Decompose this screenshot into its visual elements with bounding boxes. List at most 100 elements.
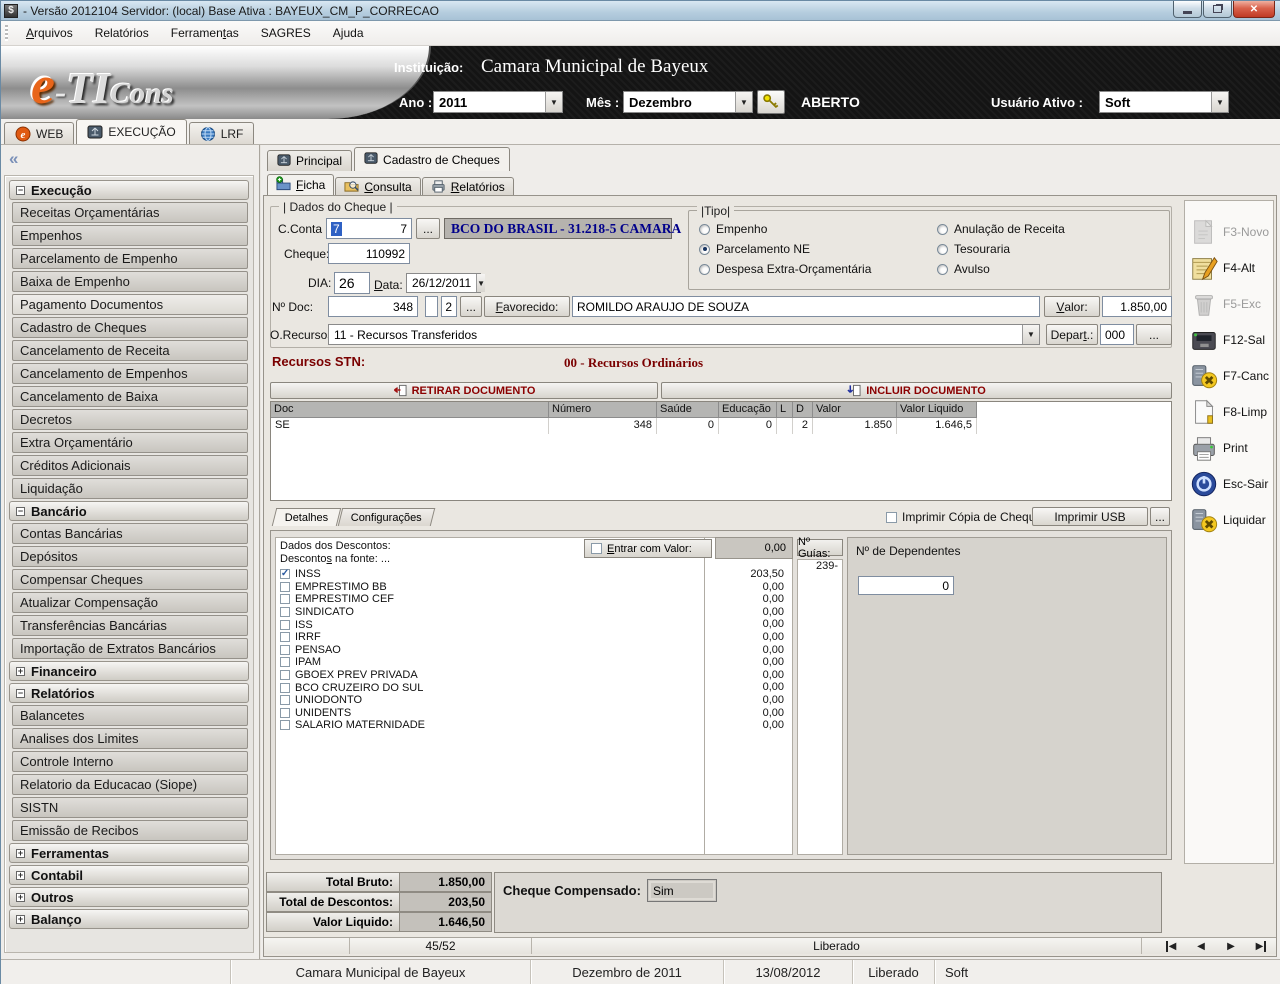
rb-prev-button[interactable]: ◀ xyxy=(1186,938,1216,954)
ndoc-parcela-input[interactable]: 2 xyxy=(441,296,457,317)
desconto-checkbox[interactable] xyxy=(280,657,290,667)
year-select[interactable]: 2011▼ xyxy=(433,91,563,113)
sidebar-item-extra-orcamentario[interactable]: Extra Orçamentário xyxy=(12,432,248,453)
view-tab-ficha[interactable]: Ficha xyxy=(267,174,334,196)
toolbar-esc-sair[interactable]: Esc-Sair xyxy=(1189,467,1271,501)
collapse-section-icon[interactable]: − xyxy=(16,507,25,516)
module-tab-lrf[interactable]: LRF xyxy=(189,122,255,144)
chevron-down-icon[interactable]: ▼ xyxy=(545,92,562,112)
collapse-section-icon[interactable]: − xyxy=(16,186,25,195)
tipo-option-despesa-extra-orcamentaria[interactable]: Despesa Extra-Orçamentária xyxy=(699,259,871,279)
tipo-option-anulacao-de-receita[interactable]: Anulação de Receita xyxy=(937,219,1065,239)
rb-first-button[interactable]: ◀ xyxy=(1156,938,1186,954)
sidebar-section-relatorios[interactable]: −Relatórios xyxy=(9,683,249,703)
tipo-option-empenho[interactable]: Empenho xyxy=(699,219,871,239)
desconto-checkbox[interactable] xyxy=(280,683,290,693)
unlock-month-button[interactable] xyxy=(757,90,785,114)
expand-section-icon[interactable]: + xyxy=(16,871,25,880)
expand-section-icon[interactable]: + xyxy=(16,915,25,924)
sidebar-item-relatorio-da-educacao-siope[interactable]: Relatorio da Educacao (Siope) xyxy=(12,774,248,795)
rb-next-button[interactable]: ▶ xyxy=(1216,938,1246,954)
sidebar-item-balancetes[interactable]: Balancetes xyxy=(12,705,248,726)
radio-icon[interactable] xyxy=(699,224,710,235)
imprimir-copia-checkbox[interactable] xyxy=(886,512,897,523)
orecursos-select[interactable]: 11 - Recursos Transferidos ▼ xyxy=(328,324,1040,345)
radio-icon[interactable] xyxy=(699,244,710,255)
view-tab-relatorios[interactable]: Relatórios xyxy=(422,177,514,196)
valor-input[interactable]: 1.850,00 xyxy=(1102,296,1172,317)
desconto-item-pensao[interactable]: PENSAO xyxy=(276,644,704,657)
sidebar-item-cadastro-de-cheques[interactable]: Cadastro de Cheques xyxy=(12,317,248,338)
sidebar-item-creditos-adicionais[interactable]: Créditos Adicionais xyxy=(12,455,248,476)
sidebar-item-contas-bancarias[interactable]: Contas Bancárias xyxy=(12,523,248,544)
rb-last-button[interactable]: ▶ xyxy=(1246,938,1276,954)
imprimir-usb-button[interactable]: Imprimir USB xyxy=(1032,507,1148,526)
radio-icon[interactable] xyxy=(937,244,948,255)
chevron-down-icon[interactable]: ▼ xyxy=(1211,92,1228,112)
desconto-checkbox[interactable] xyxy=(280,632,290,642)
menu-item-ajuda[interactable]: Ajuda xyxy=(322,22,375,44)
expand-section-icon[interactable]: + xyxy=(16,849,25,858)
sidebar-item-transferencias-bancarias[interactable]: Transferências Bancárias xyxy=(12,615,248,636)
imprimir-options-button[interactable]: ... xyxy=(1150,507,1170,526)
sidebar-item-receitas-orcamentarias[interactable]: Receitas Orçamentárias xyxy=(12,202,248,223)
tab-detalhes[interactable]: Detalhes xyxy=(272,508,342,526)
entrar-com-valor-button[interactable]: Entrar com Valor: xyxy=(584,539,712,558)
sidebar-item-atualizar-compensacao[interactable]: Atualizar Compensação xyxy=(12,592,248,613)
retirar-documento-button[interactable]: RETIRAR DOCUMENTO xyxy=(270,382,658,399)
table-row[interactable]: SE3480021.8501.646,5 xyxy=(271,418,1171,434)
desconto-item-uniodonto[interactable]: UNIODONTO xyxy=(276,694,704,707)
sidebar-item-pagamento-documentos[interactable]: Pagamento Documentos xyxy=(12,294,248,315)
menu-item-arquivos[interactable]: Arquivos xyxy=(15,22,84,44)
sidebar-item-importacao-de-extratos-bancarios[interactable]: Importação de Extratos Bancários xyxy=(12,638,248,659)
toolbar-print[interactable]: Print xyxy=(1189,431,1271,465)
module-tab-execucao[interactable]: EXECUÇÃO xyxy=(76,119,186,144)
valor-label-button[interactable]: Valor: xyxy=(1044,296,1100,317)
desconto-item-emprestimo-bb[interactable]: EMPRESTIMO BB xyxy=(276,581,704,594)
desconto-item-irrf[interactable]: IRRF xyxy=(276,631,704,644)
sidebar-section-balanco[interactable]: +Balanço xyxy=(9,909,249,929)
chevron-down-icon[interactable]: ▼ xyxy=(1022,325,1039,344)
desconto-item-unidents[interactable]: UNIDENTS xyxy=(276,707,704,720)
sidebar-item-liquidacao[interactable]: Liquidação xyxy=(12,478,248,499)
sidebar-item-cancelamento-de-baixa[interactable]: Cancelamento de Baixa xyxy=(12,386,248,407)
sidebar-item-depositos[interactable]: Depósitos xyxy=(12,546,248,567)
cheque-input[interactable]: 110992 xyxy=(328,243,410,264)
collapse-section-icon[interactable]: − xyxy=(16,689,25,698)
menu-item-ferramentas[interactable]: Ferramentas xyxy=(160,22,250,44)
restore-button[interactable] xyxy=(1203,1,1232,18)
close-button[interactable]: ✕ xyxy=(1233,1,1275,18)
desconto-item-bco-cruzeiro-do-sul[interactable]: BCO CRUZEIRO DO SUL xyxy=(276,681,704,694)
sidebar-item-cancelamento-de-receita[interactable]: Cancelamento de Receita xyxy=(12,340,248,361)
sidebar-item-analises-dos-limites[interactable]: Analises dos Limites xyxy=(12,728,248,749)
depart-lookup-button[interactable]: ... xyxy=(1136,324,1172,345)
favorecido-lookup-button[interactable]: ... xyxy=(460,296,482,317)
sidebar-item-parcelamento-de-empenho[interactable]: Parcelamento de Empenho xyxy=(12,248,248,269)
cconta-lookup-button[interactable]: ... xyxy=(416,218,440,239)
cconta-input[interactable]: 7 7 xyxy=(326,218,412,239)
desconto-checkbox[interactable] xyxy=(280,708,290,718)
desconto-checkbox[interactable] xyxy=(280,670,290,680)
imprimir-copia-row[interactable]: Imprimir Cópia de Cheque xyxy=(886,510,1042,524)
chevron-down-icon[interactable]: ▼ xyxy=(476,274,485,292)
radio-icon[interactable] xyxy=(937,264,948,275)
sidebar-item-empenhos[interactable]: Empenhos xyxy=(12,225,248,246)
sidebar-item-emissao-de-recibos[interactable]: Emissão de Recibos xyxy=(12,820,248,841)
favorecido-input[interactable]: ROMILDO ARAUJO DE SOUZA xyxy=(572,296,1040,317)
desconto-checkbox[interactable] xyxy=(280,720,290,730)
sidebar-item-cancelamento-de-empenhos[interactable]: Cancelamento de Empenhos xyxy=(12,363,248,384)
tipo-option-parcelamento-ne[interactable]: Parcelamento NE xyxy=(699,239,871,259)
desconto-checkbox[interactable] xyxy=(280,569,290,579)
depart-label-button[interactable]: Depart.: xyxy=(1046,324,1098,345)
sidebar-section-ferramentas[interactable]: +Ferramentas xyxy=(9,843,249,863)
expand-section-icon[interactable]: + xyxy=(16,893,25,902)
sidebar-item-baixa-de-empenho[interactable]: Baixa de Empenho xyxy=(12,271,248,292)
menu-item-relatorios[interactable]: Relatórios xyxy=(84,22,160,44)
entrar-com-valor-checkbox[interactable] xyxy=(591,543,602,554)
toolbar-f8-limp[interactable]: F8-Limp xyxy=(1189,395,1271,429)
active-user-select[interactable]: Soft▼ xyxy=(1099,91,1229,113)
desconto-item-salario-maternidade[interactable]: SALARIO MATERNIDADE xyxy=(276,719,704,732)
desconto-item-sindicato[interactable]: SINDICATO xyxy=(276,606,704,619)
ndoc-mid-input[interactable] xyxy=(425,296,438,317)
expand-section-icon[interactable]: + xyxy=(16,667,25,676)
